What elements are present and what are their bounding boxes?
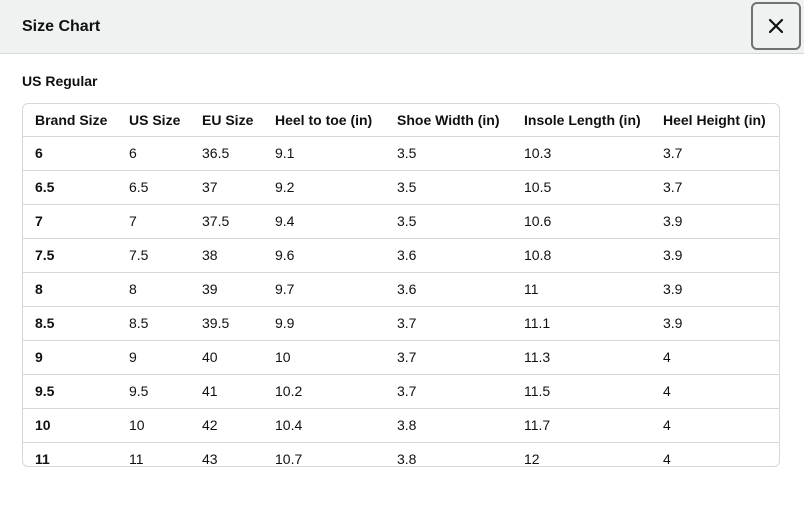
table-cell: 11 [117,442,190,466]
table-cell: 7 [117,204,190,239]
table-cell: 9 [117,340,190,375]
table-cell: 41 [190,374,263,409]
table-cell: 36.5 [190,136,263,171]
table-cell: 4 [651,408,779,443]
table-cell: 10.6 [512,204,651,239]
table-cell: 8 [117,272,190,307]
table-cell: 3.8 [385,442,512,466]
table-cell: 10.2 [263,374,385,409]
modal-header: Size Chart [0,0,804,54]
size-table: Brand Size US Size EU Size Heel to toe (… [23,104,779,466]
table-cell: 8.5 [117,306,190,341]
column-header: Brand Size [35,112,108,128]
brand-size-cell: 9 [23,340,117,375]
brand-size-cell: 7.5 [23,238,117,273]
table-cell: 43 [190,442,263,466]
brand-size-cell: 10 [23,408,117,443]
table-header-row: Brand Size US Size EU Size Heel to toe (… [23,104,779,137]
brand-size-cell: 7 [23,204,117,239]
table-cell: 11.3 [512,340,651,375]
table-cell: 3.6 [385,272,512,307]
table-cell: 42 [190,408,263,443]
table-row: 9.5 9.5 41 10.2 3.7 11.5 4 [23,374,779,409]
table-cell: 3.7 [651,136,779,171]
table-row: 8.5 8.5 39.5 9.9 3.7 11.1 3.9 [23,306,779,341]
table-cell: 10.7 [263,442,385,466]
table-cell: 40 [190,340,263,375]
table-cell: 39 [190,272,263,307]
size-table-container: Brand Size US Size EU Size Heel to toe (… [22,103,780,467]
table-cell: 9.2 [263,170,385,205]
table-cell: 7.5 [117,238,190,273]
table-cell: 11.1 [512,306,651,341]
table-cell: 10.3 [512,136,651,171]
table-row: 6 6 36.5 9.1 3.5 10.3 3.7 [23,136,779,171]
table-cell: 37 [190,170,263,205]
table-cell: 9.5 [117,374,190,409]
table-cell: 9.4 [263,204,385,239]
table-cell: 3.7 [385,306,512,341]
table-row: 8 8 39 9.7 3.6 11 3.9 [23,272,779,307]
table-cell: 3.9 [651,272,779,307]
table-cell: 3.9 [651,306,779,341]
column-header: US Size [129,112,181,128]
table-cell: 3.9 [651,238,779,273]
table-cell: 12 [512,442,651,466]
close-button[interactable] [751,2,801,50]
table-cell: 11.7 [512,408,651,443]
table-cell: 3.7 [385,340,512,375]
column-header: Heel Height (in) [663,112,766,128]
table-row: 7 7 37.5 9.4 3.5 10.6 3.9 [23,204,779,239]
brand-size-cell: 11 [23,442,117,466]
size-chart-modal: Size Chart US Regular Brand Size US Size… [0,0,804,508]
table-cell: 10 [117,408,190,443]
table-row: 7.5 7.5 38 9.6 3.6 10.8 3.9 [23,238,779,273]
table-cell: 6 [117,136,190,171]
modal-title: Size Chart [22,18,101,35]
brand-size-cell: 9.5 [23,374,117,409]
table-cell: 3.8 [385,408,512,443]
column-header: EU Size [202,112,254,128]
brand-size-cell: 6 [23,136,117,171]
table-row: 6.5 6.5 37 9.2 3.5 10.5 3.7 [23,170,779,205]
table-cell: 37.5 [190,204,263,239]
table-cell: 11.5 [512,374,651,409]
brand-size-cell: 8.5 [23,306,117,341]
table-cell: 9.7 [263,272,385,307]
table-cell: 3.5 [385,204,512,239]
table-cell: 4 [651,442,779,466]
table-cell: 9.1 [263,136,385,171]
table-cell: 3.7 [651,170,779,205]
table-cell: 9.9 [263,306,385,341]
table-body: 6 6 36.5 9.1 3.5 10.3 3.7 6.5 6.5 37 9.2 3.5 10.5 3.7… [23,136,779,466]
table-cell: 38 [190,238,263,273]
brand-size-cell: 6.5 [23,170,117,205]
table-cell: 10.8 [512,238,651,273]
section-title: US Regular [22,73,98,89]
table-cell: 3.5 [385,170,512,205]
table-cell: 4 [651,374,779,409]
table-cell: 6.5 [117,170,190,205]
table-cell: 11 [512,272,651,307]
column-header: Heel to toe (in) [275,112,373,128]
table-cell: 3.5 [385,136,512,171]
close-icon [768,18,784,34]
table-cell: 3.7 [385,374,512,409]
table-row: 10 10 42 10.4 3.8 11.7 4 [23,408,779,443]
table-cell: 10.5 [512,170,651,205]
table-cell: 10 [263,340,385,375]
table-row: 11 11 43 10.7 3.8 12 4 [23,442,779,466]
table-cell: 10.4 [263,408,385,443]
table-cell: 4 [651,340,779,375]
table-cell: 3.9 [651,204,779,239]
table-cell: 3.6 [385,238,512,273]
table-cell: 9.6 [263,238,385,273]
brand-size-cell: 8 [23,272,117,307]
column-header: Shoe Width (in) [397,112,500,128]
table-row: 9 9 40 10 3.7 11.3 4 [23,340,779,375]
column-header: Insole Length (in) [524,112,641,128]
table-cell: 39.5 [190,306,263,341]
